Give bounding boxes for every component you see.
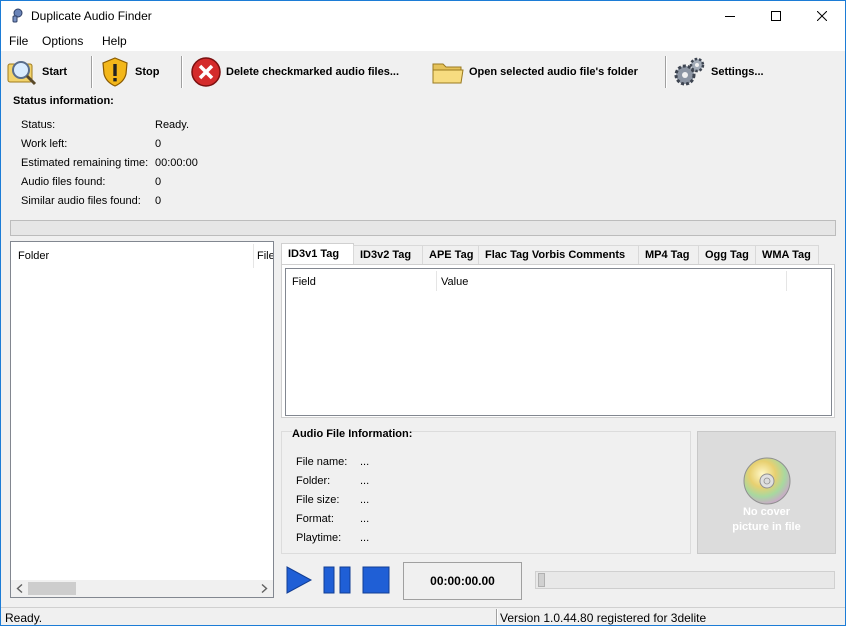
shield-warning-icon (102, 57, 128, 87)
column-value[interactable]: Value (441, 276, 468, 288)
status-label: Status: (21, 119, 56, 131)
scroll-right-icon[interactable] (261, 584, 268, 593)
no-cover-line1: No cover (742, 506, 791, 518)
scroll-left-icon[interactable] (16, 584, 23, 593)
status-value: Ready. (155, 119, 190, 131)
close-button[interactable] (799, 1, 845, 31)
status-bar: Ready. Version 1.0.44.80 registered for … (1, 607, 845, 625)
scrollbar-thumb[interactable] (28, 582, 76, 595)
format-label: Format: (296, 513, 334, 525)
audio-found-label: Audio files found: (21, 176, 106, 188)
magnifier-icon (7, 61, 37, 86)
status-bar-text: Ready. (5, 611, 43, 625)
open-folder-button[interactable]: Open selected audio file's folder (431, 55, 638, 89)
playtime-label: Playtime: (296, 532, 342, 544)
open-folder-label: Open selected audio file's folder (469, 66, 638, 78)
close-icon (817, 11, 827, 21)
stop-playback-button[interactable] (362, 566, 390, 594)
pause-button[interactable] (323, 566, 351, 594)
work-left-value: 0 (155, 138, 162, 150)
tab-wma[interactable]: WMA Tag (755, 245, 819, 265)
file-size-value: ... (360, 494, 370, 506)
tab-ogg[interactable]: Ogg Tag (698, 245, 756, 265)
tab-ape[interactable]: APE Tag (422, 245, 479, 265)
column-divider[interactable] (253, 244, 254, 268)
toolbar-separator (181, 56, 183, 88)
column-divider[interactable] (436, 271, 437, 291)
play-button[interactable] (285, 566, 313, 594)
status-title: Status information: (13, 95, 114, 107)
delete-icon (191, 57, 221, 87)
tag-list-header: Field Value (286, 269, 831, 293)
file-name-label: File name: (296, 456, 348, 468)
app-icon (12, 8, 23, 23)
maximize-button[interactable] (753, 1, 799, 31)
app-window: Duplicate Audio Finder File Options Help… (0, 0, 846, 626)
playtime-value: ... (360, 532, 370, 544)
toolbar: Start Stop Delete checkmarked audio file… (1, 51, 845, 93)
column-file[interactable]: File (257, 250, 273, 262)
menu-help[interactable]: Help (102, 34, 127, 48)
start-button[interactable]: Start (6, 55, 67, 89)
start-label: Start (42, 66, 68, 78)
tab-mp4[interactable]: MP4 Tag (638, 245, 699, 265)
format-value: ... (360, 513, 370, 525)
seek-slider[interactable] (535, 571, 835, 589)
similar-found-value: 0 (155, 195, 162, 207)
audio-info-group: Audio File Information: File name: ... F… (281, 428, 691, 554)
window-title: Duplicate Audio Finder (31, 9, 152, 23)
file-size-label: File size: (296, 494, 340, 506)
menu-options[interactable]: Options (42, 34, 83, 48)
menu-bar: File Options Help (1, 31, 845, 51)
no-cover-line2: picture in file (732, 521, 801, 533)
similar-found-label: Similar audio files found: (21, 195, 141, 207)
toolbar-separator (665, 56, 667, 88)
horizontal-scrollbar[interactable] (11, 580, 273, 597)
work-left-label: Work left: (21, 138, 68, 150)
audio-info-title: Audio File Information: (292, 428, 413, 440)
folder-value: ... (360, 475, 370, 487)
no-cover-text: No cover picture in file (698, 505, 835, 535)
delete-button[interactable]: Delete checkmarked audio files... (190, 55, 399, 89)
remaining-time-value: 00:00:00 (155, 157, 198, 169)
playback-time: 00:00:00.00 (403, 562, 522, 600)
folder-label: Folder: (296, 475, 331, 487)
tab-id3v1[interactable]: ID3v1 Tag (281, 243, 354, 266)
cd-icon (743, 457, 791, 505)
minimize-button[interactable] (707, 1, 753, 31)
settings-button[interactable]: Settings... (673, 55, 764, 89)
seek-thumb[interactable] (538, 573, 545, 587)
file-list[interactable]: Folder File (10, 241, 274, 598)
cover-picture: No cover picture in file (697, 431, 836, 554)
toolbar-separator (91, 56, 93, 88)
progress-bar (10, 220, 836, 236)
remaining-time-label: Estimated remaining time: (21, 157, 149, 169)
stop-label: Stop (135, 66, 160, 78)
file-name-value: ... (360, 456, 370, 468)
menu-file[interactable]: File (9, 34, 28, 48)
tab-flac[interactable]: Flac Tag Vorbis Comments (478, 245, 639, 265)
tab-panel: Field Value (281, 264, 835, 418)
gears-icon (674, 57, 705, 86)
minimize-icon (725, 16, 735, 17)
status-bar-divider (496, 609, 498, 625)
settings-label: Settings... (711, 66, 764, 78)
tag-list[interactable]: Field Value (285, 268, 832, 416)
maximize-icon (771, 11, 781, 21)
column-field[interactable]: Field (292, 276, 316, 288)
folder-icon (432, 63, 464, 84)
tab-id3v2[interactable]: ID3v2 Tag (353, 245, 423, 265)
delete-label: Delete checkmarked audio files... (226, 66, 400, 78)
column-divider[interactable] (786, 271, 787, 291)
column-folder[interactable]: Folder (18, 250, 49, 262)
audio-found-value: 0 (155, 176, 162, 188)
file-list-header: Folder File (11, 242, 273, 270)
version-text: Version 1.0.44.80 registered for 3delite (500, 611, 707, 625)
stop-button[interactable]: Stop (99, 55, 159, 89)
title-bar[interactable]: Duplicate Audio Finder (1, 1, 845, 31)
